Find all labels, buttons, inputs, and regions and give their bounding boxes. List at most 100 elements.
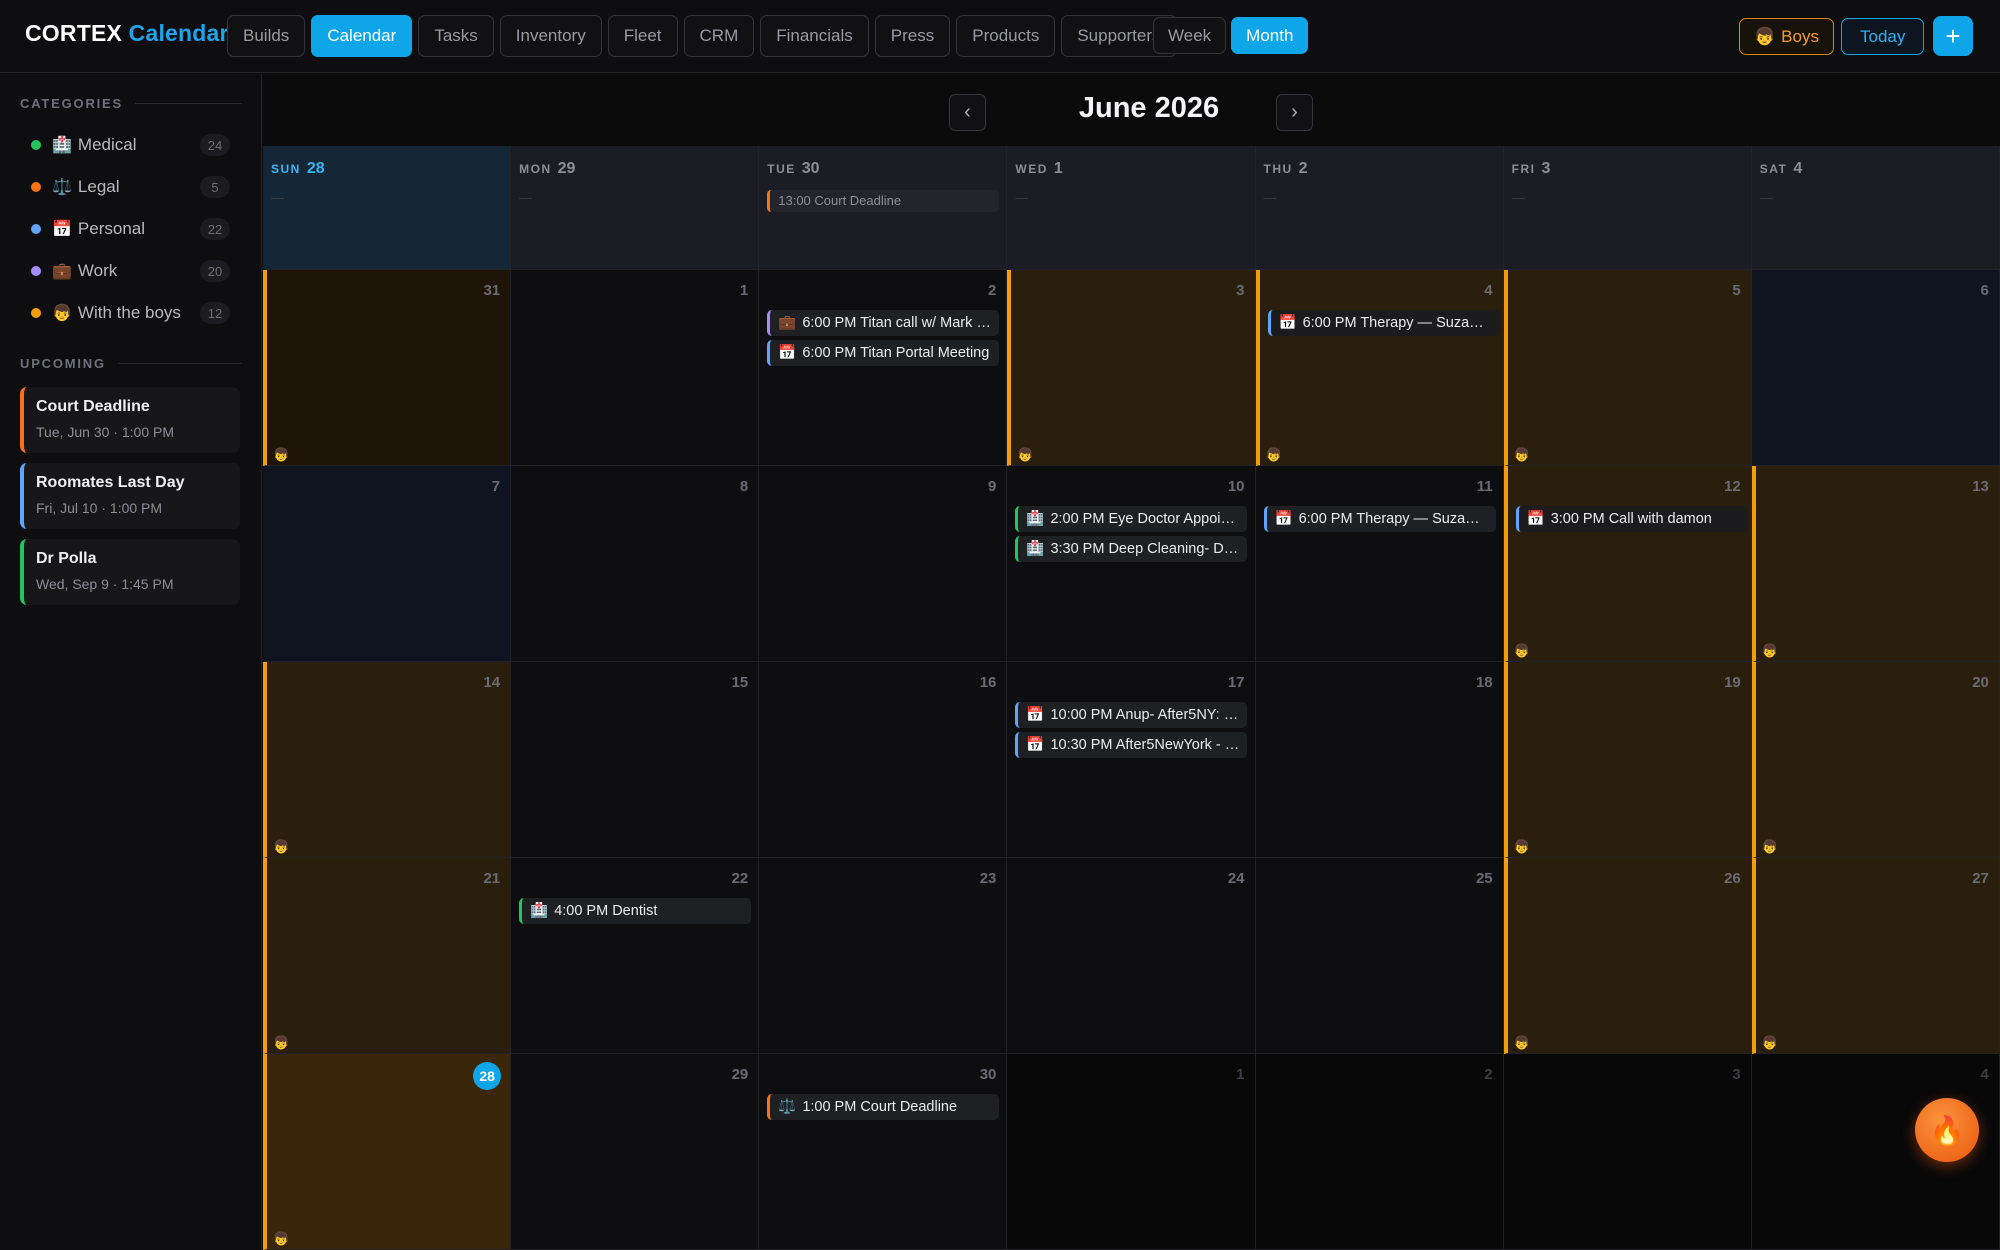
day-cell[interactable]: 13 👦 [1751,466,2000,662]
day-cell[interactable]: 28 👦 [263,1054,512,1250]
calendar-event[interactable]: 📅 10:00 PM Anup- After5NY: Meeting [1015,702,1248,728]
category-color-dot [31,224,41,234]
nav-tab-inventory[interactable]: Inventory [499,15,602,57]
next-month-button[interactable]: › [1276,94,1313,131]
day-cell[interactable]: 23 [759,858,1008,1054]
day-cell[interactable]: 24 [1007,858,1256,1054]
category-item[interactable]: 👦 With the boys 12 [20,297,230,329]
day-cell[interactable]: 29 [511,1054,760,1250]
day-cell[interactable]: 31 👦 [263,270,512,466]
day-cell[interactable]: 3 [1503,1054,1752,1250]
calendar-event[interactable]: 📅 6:00 PM Titan Portal Meeting [767,340,1000,366]
week-day-header[interactable]: SUN 28 — [263,146,512,270]
day-cell[interactable]: 26 👦 [1503,858,1752,1054]
nav-tab-crm[interactable]: CRM [683,15,755,57]
all-day-event[interactable]: 13:00 Court Deadline [767,190,1000,212]
day-number: 1 [1053,160,1063,177]
day-cell[interactable]: 2 💼 6:00 PM Titan call w/ Mark Jones 📅 6:00 … [759,270,1008,466]
category-icon: ⚖️ [52,179,72,196]
upcoming-event-card[interactable]: Roomates Last Day Fri, Jul 10 · 1:00 PM [20,463,240,529]
nav-tab-financials[interactable]: Financials [760,15,869,57]
day-cell[interactable]: 12 📅 3:00 PM Call with damon 👦 [1503,466,1752,662]
day-number: 31 [483,282,501,299]
day-cell[interactable]: 25 [1255,858,1504,1054]
calendar-event[interactable]: 🏥 3:30 PM Deep Cleaning- Dentist [1015,536,1248,562]
week-day-header[interactable]: FRI 3 — [1503,146,1752,270]
day-cell[interactable]: 14 👦 [263,662,512,858]
day-cell[interactable]: 1 [1007,1054,1256,1250]
category-label: Medical [77,135,137,154]
month-title: June 2026 [1078,92,1220,124]
day-cell[interactable]: 19 👦 [1503,662,1752,858]
day-cell[interactable]: 5 👦 [1503,270,1752,466]
calendar-event[interactable]: 🏥 2:00 PM Eye Doctor Appointment [1015,506,1248,532]
day-cell[interactable]: 1 [511,270,760,466]
empty-all-day-slot: — [519,190,533,205]
week-view-button[interactable]: Week [1153,17,1227,54]
nav-tab-calendar[interactable]: Calendar [311,15,413,57]
upcoming-event-card[interactable]: Dr Polla Wed, Sep 9 · 1:45 PM [20,539,240,605]
category-item[interactable]: 📅 Personal 22 [20,213,230,245]
event-title: 10:30 PM After5NewYork - Call [1050,737,1248,753]
day-number: 24 [1227,870,1245,887]
nav-tab-products[interactable]: Products [956,15,1056,57]
upcoming-heading: UPCOMING [20,356,242,371]
boys-filter-button[interactable]: 👦 Boys [1739,18,1834,55]
day-number: 3 [1541,160,1551,177]
week-day-header[interactable]: TUE 30 13:00 Court Deadline [759,146,1008,270]
week-day-header[interactable]: THU 2 — [1255,146,1504,270]
day-number: 11 [1476,478,1493,495]
week-day-header[interactable]: WED 1 — [1007,146,1256,270]
add-event-button[interactable]: + [1933,16,1973,56]
month-view-button[interactable]: Month [1231,17,1309,54]
calendar-event[interactable]: 📅 6:00 PM Therapy — Suzanne Lee [1267,310,1500,336]
calendar-event[interactable]: 📅 10:30 PM After5NewYork - Call [1015,732,1248,758]
calendar-event[interactable]: 🏥 4:00 PM Dentist [519,898,752,924]
day-cell[interactable]: 11 📅 6:00 PM Therapy — Suzanne Lee [1255,466,1504,662]
day-number: 13 [1972,478,1989,495]
today-badge: 28 [473,1062,502,1090]
day-number: 28 [306,160,325,177]
quick-action-button[interactable]: 🔥 [1915,1098,1979,1162]
day-cell[interactable]: 22 🏥 4:00 PM Dentist [511,858,760,1054]
day-cell[interactable]: 21 👦 [263,858,512,1054]
day-cell[interactable]: 30 ⚖️ 1:00 PM Court Deadline [759,1054,1008,1250]
calendar-event[interactable]: 💼 6:00 PM Titan call w/ Mark Jones [767,310,1000,336]
event-category-icon: 🏥 [530,903,549,919]
prev-month-button[interactable]: ‹ [949,94,986,131]
day-cell[interactable]: 15 [511,662,760,858]
day-cell[interactable]: 4 📅 6:00 PM Therapy — Suzanne Lee 👦 [1255,270,1504,466]
day-cell[interactable]: 10 🏥 2:00 PM Eye Doctor Appointment 🏥 3:30 P… [1007,466,1256,662]
calendar-event[interactable]: ⚖️ 1:00 PM Court Deadline [767,1094,1000,1120]
category-item[interactable]: 🏥 Medical 24 [20,129,230,161]
nav-tab-tasks[interactable]: Tasks [418,15,494,57]
category-item[interactable]: 💼 Work 20 [20,255,230,287]
day-cell[interactable]: 17 📅 10:00 PM Anup- After5NY: Meeting 📅 10:3… [1007,662,1256,858]
category-item[interactable]: ⚖️ Legal 5 [20,171,230,203]
day-cell[interactable]: 27 👦 [1751,858,2000,1054]
day-header-label: THU 2 [1264,160,1308,178]
event-category-icon: 💼 [778,315,797,331]
day-cell[interactable]: 3 👦 [1007,270,1256,466]
day-cell[interactable]: 16 [759,662,1008,858]
day-cell[interactable]: 6 [1751,270,2000,466]
today-button[interactable]: Today [1841,18,1925,55]
calendar-event[interactable]: 📅 6:00 PM Therapy — Suzanne Lee [1263,506,1496,532]
upcoming-event-card[interactable]: Court Deadline Tue, Jun 30 · 1:00 PM [20,387,240,453]
day-header-label: SUN 28 [271,160,325,178]
day-number: 1 [739,282,749,299]
nav-tab-fleet[interactable]: Fleet [607,15,678,57]
nav-tab-press[interactable]: Press [874,15,951,57]
day-cell[interactable]: 7 [263,466,512,662]
day-cell[interactable]: 9 [759,466,1008,662]
empty-all-day-slot: — [1263,190,1277,205]
nav-tab-builds[interactable]: Builds [227,15,306,57]
day-cell[interactable]: 2 [1255,1054,1504,1250]
boy-icon: 👦 [1754,26,1776,46]
day-cell[interactable]: 18 [1255,662,1504,858]
day-cell[interactable]: 20 👦 [1751,662,2000,858]
day-cell[interactable]: 8 [511,466,760,662]
week-day-header[interactable]: SAT 4 — [1751,146,2000,270]
calendar-event[interactable]: 📅 3:00 PM Call with damon [1515,506,1748,532]
week-day-header[interactable]: MON 29 — [511,146,760,270]
